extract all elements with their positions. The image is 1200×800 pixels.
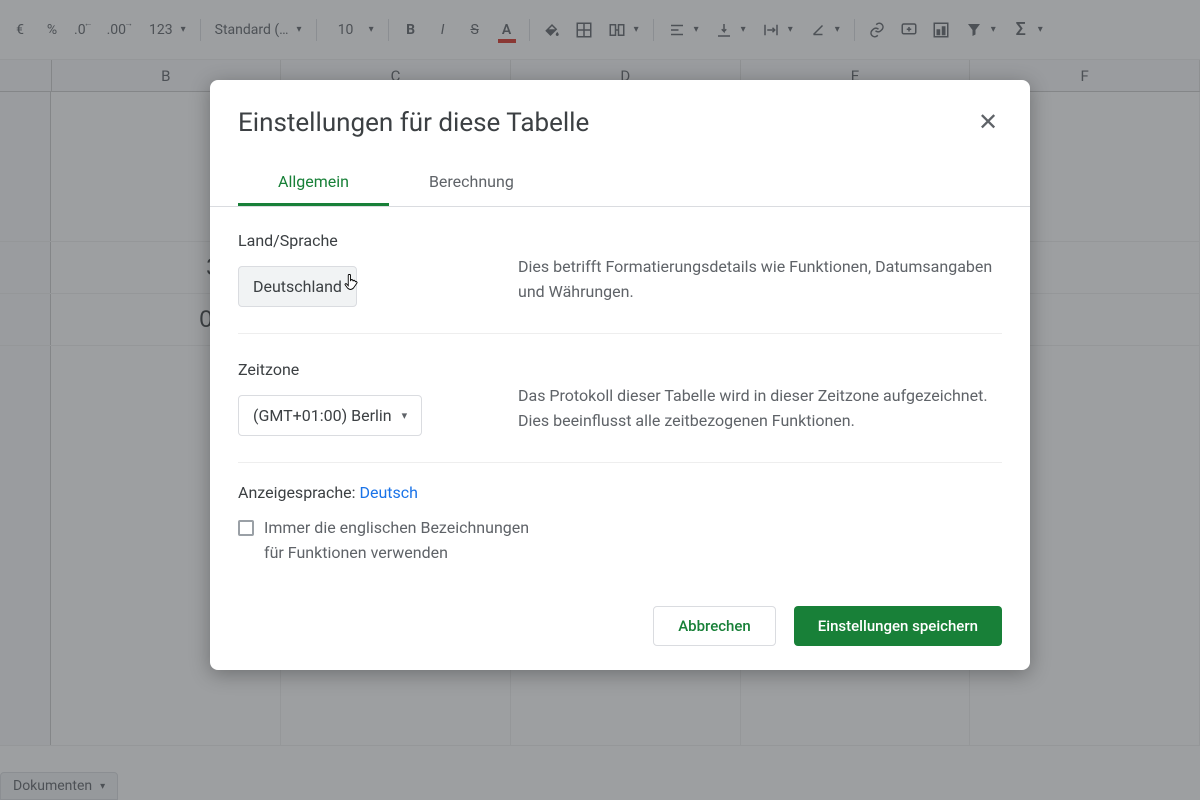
english-functions-label: Immer die englischen Bezeichnungen für F… [264, 516, 548, 566]
pointer-cursor-icon [343, 271, 361, 293]
display-language-label: Anzeigesprache: [238, 483, 360, 502]
tab-calculation[interactable]: Berechnung [389, 162, 554, 206]
locale-help-text: Dies betrifft Formatierungsdetails wie F… [518, 255, 1002, 307]
dialog-tabs: Allgemein Berechnung [210, 162, 1030, 207]
close-button[interactable]: ✕ [974, 108, 1002, 136]
tab-general[interactable]: Allgemein [238, 162, 389, 206]
timezone-label: Zeitzone [238, 360, 478, 379]
spreadsheet-settings-dialog: Einstellungen für diese Tabelle ✕ Allgem… [210, 80, 1030, 670]
cancel-button[interactable]: Abbrechen [653, 606, 776, 646]
display-language-link[interactable]: Deutsch [360, 483, 418, 502]
close-icon: ✕ [978, 108, 998, 136]
save-settings-button[interactable]: Einstellungen speichern [794, 606, 1002, 646]
timezone-dropdown[interactable]: (GMT+01:00) Berlin ▾ [238, 395, 422, 436]
english-functions-checkbox[interactable] [238, 520, 254, 536]
locale-label: Land/Sprache [238, 231, 478, 250]
locale-dropdown[interactable]: Deutschland [238, 266, 357, 307]
locale-value: Deutschland [253, 277, 342, 296]
timezone-help-text: Das Protokoll dieser Tabelle wird in die… [518, 384, 1002, 436]
dialog-title: Einstellungen für diese Tabelle [238, 108, 589, 138]
timezone-value: (GMT+01:00) Berlin [253, 406, 392, 425]
chevron-down-icon: ▾ [402, 409, 408, 422]
